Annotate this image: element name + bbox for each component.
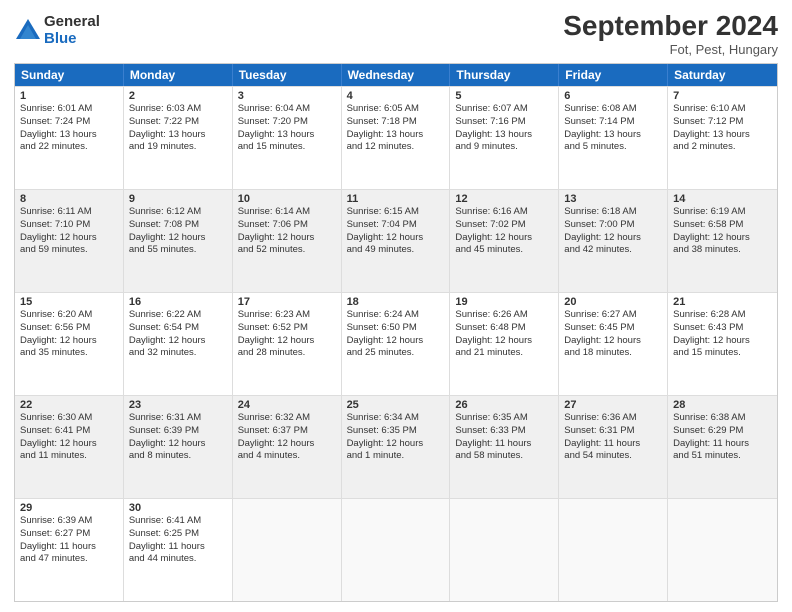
cell-29: 29 Sunrise: 6:39 AM Sunset: 6:27 PM Dayl… (15, 499, 124, 601)
header-friday: Friday (559, 64, 668, 86)
cell-6: 6 Sunrise: 6:08 AM Sunset: 7:14 PM Dayli… (559, 87, 668, 189)
cell-22: 22 Sunrise: 6:30 AM Sunset: 6:41 PM Dayl… (15, 396, 124, 498)
cell-20: 20 Sunrise: 6:27 AM Sunset: 6:45 PM Dayl… (559, 293, 668, 395)
logo-text: General Blue (44, 14, 100, 47)
cell-14: 14 Sunrise: 6:19 AM Sunset: 6:58 PM Dayl… (668, 190, 777, 292)
cell-16: 16 Sunrise: 6:22 AM Sunset: 6:54 PM Dayl… (124, 293, 233, 395)
logo: General Blue (14, 14, 100, 47)
cell-empty-2 (342, 499, 451, 601)
cell-21: 21 Sunrise: 6:28 AM Sunset: 6:43 PM Dayl… (668, 293, 777, 395)
cell-4: 4 Sunrise: 6:05 AM Sunset: 7:18 PM Dayli… (342, 87, 451, 189)
header-wednesday: Wednesday (342, 64, 451, 86)
logo-icon (14, 17, 42, 45)
cell-7: 7 Sunrise: 6:10 AM Sunset: 7:12 PM Dayli… (668, 87, 777, 189)
cell-5: 5 Sunrise: 6:07 AM Sunset: 7:16 PM Dayli… (450, 87, 559, 189)
cell-23: 23 Sunrise: 6:31 AM Sunset: 6:39 PM Dayl… (124, 396, 233, 498)
cell-empty-1 (233, 499, 342, 601)
cell-13: 13 Sunrise: 6:18 AM Sunset: 7:00 PM Dayl… (559, 190, 668, 292)
cell-9: 9 Sunrise: 6:12 AM Sunset: 7:08 PM Dayli… (124, 190, 233, 292)
week-row-5: 29 Sunrise: 6:39 AM Sunset: 6:27 PM Dayl… (15, 498, 777, 601)
cell-18: 18 Sunrise: 6:24 AM Sunset: 6:50 PM Dayl… (342, 293, 451, 395)
week-row-4: 22 Sunrise: 6:30 AM Sunset: 6:41 PM Dayl… (15, 395, 777, 498)
week-row-1: 1 Sunrise: 6:01 AM Sunset: 7:24 PM Dayli… (15, 86, 777, 189)
calendar: Sunday Monday Tuesday Wednesday Thursday… (14, 63, 778, 602)
header-tuesday: Tuesday (233, 64, 342, 86)
title-block: September 2024 Fot, Pest, Hungary (563, 10, 778, 57)
cell-19: 19 Sunrise: 6:26 AM Sunset: 6:48 PM Dayl… (450, 293, 559, 395)
cell-empty-4 (559, 499, 668, 601)
cell-27: 27 Sunrise: 6:36 AM Sunset: 6:31 PM Dayl… (559, 396, 668, 498)
cell-empty-3 (450, 499, 559, 601)
main-title: September 2024 (563, 10, 778, 42)
cell-3: 3 Sunrise: 6:04 AM Sunset: 7:20 PM Dayli… (233, 87, 342, 189)
cell-8: 8 Sunrise: 6:11 AM Sunset: 7:10 PM Dayli… (15, 190, 124, 292)
cell-25: 25 Sunrise: 6:34 AM Sunset: 6:35 PM Dayl… (342, 396, 451, 498)
cell-28: 28 Sunrise: 6:38 AM Sunset: 6:29 PM Dayl… (668, 396, 777, 498)
week-row-3: 15 Sunrise: 6:20 AM Sunset: 6:56 PM Dayl… (15, 292, 777, 395)
logo-blue: Blue (44, 31, 100, 48)
header-monday: Monday (124, 64, 233, 86)
cell-11: 11 Sunrise: 6:15 AM Sunset: 7:04 PM Dayl… (342, 190, 451, 292)
header-saturday: Saturday (668, 64, 777, 86)
cell-15: 15 Sunrise: 6:20 AM Sunset: 6:56 PM Dayl… (15, 293, 124, 395)
week-row-2: 8 Sunrise: 6:11 AM Sunset: 7:10 PM Dayli… (15, 189, 777, 292)
cell-26: 26 Sunrise: 6:35 AM Sunset: 6:33 PM Dayl… (450, 396, 559, 498)
cell-24: 24 Sunrise: 6:32 AM Sunset: 6:37 PM Dayl… (233, 396, 342, 498)
cell-30: 30 Sunrise: 6:41 AM Sunset: 6:25 PM Dayl… (124, 499, 233, 601)
cell-1: 1 Sunrise: 6:01 AM Sunset: 7:24 PM Dayli… (15, 87, 124, 189)
cell-10: 10 Sunrise: 6:14 AM Sunset: 7:06 PM Dayl… (233, 190, 342, 292)
logo-general: General (44, 14, 100, 31)
page: General Blue September 2024 Fot, Pest, H… (0, 0, 792, 612)
subtitle: Fot, Pest, Hungary (563, 42, 778, 57)
cell-17: 17 Sunrise: 6:23 AM Sunset: 6:52 PM Dayl… (233, 293, 342, 395)
cell-12: 12 Sunrise: 6:16 AM Sunset: 7:02 PM Dayl… (450, 190, 559, 292)
header-sunday: Sunday (15, 64, 124, 86)
cell-empty-5 (668, 499, 777, 601)
header-thursday: Thursday (450, 64, 559, 86)
header: General Blue September 2024 Fot, Pest, H… (14, 10, 778, 57)
calendar-header-row: Sunday Monday Tuesday Wednesday Thursday… (15, 64, 777, 86)
cell-2: 2 Sunrise: 6:03 AM Sunset: 7:22 PM Dayli… (124, 87, 233, 189)
calendar-body: 1 Sunrise: 6:01 AM Sunset: 7:24 PM Dayli… (15, 86, 777, 601)
